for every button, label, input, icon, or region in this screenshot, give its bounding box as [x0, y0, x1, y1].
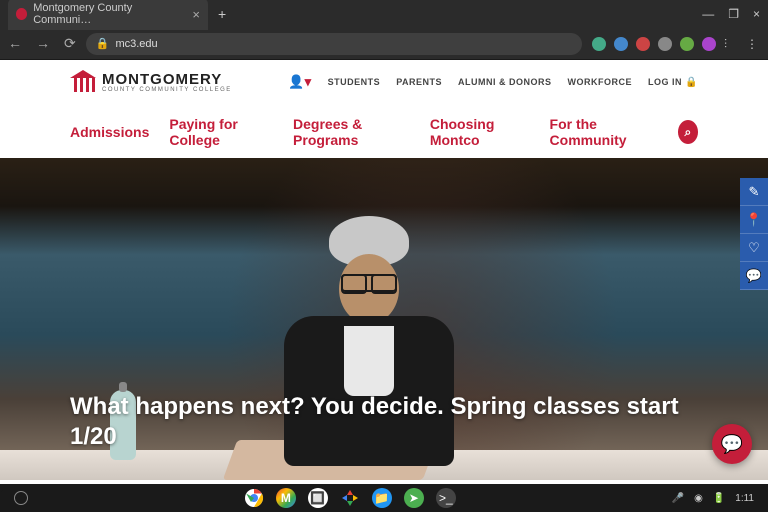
side-action-rail: ✎ 📍 ♡ 💬: [740, 178, 768, 290]
extension-icon[interactable]: [636, 37, 650, 51]
url-text: mc3.edu: [115, 38, 157, 50]
chrome-icon[interactable]: [244, 488, 264, 508]
launcher-icon[interactable]: [14, 491, 28, 505]
main-nav: Admissions Paying for College Degrees & …: [70, 106, 698, 158]
files-icon[interactable]: 📁: [372, 488, 392, 508]
utility-nav: 👤▾ STUDENTS PARENTS ALUMNI & DONORS WORK…: [288, 74, 698, 90]
lock-icon: 🔒: [96, 37, 110, 50]
nav-community[interactable]: For the Community: [550, 116, 658, 148]
speech-icon: 💬: [721, 434, 743, 455]
lock-icon: 🔒: [685, 77, 698, 88]
extension-icon[interactable]: [702, 37, 716, 51]
browser-toolbar: ← → ⟳ 🔒 mc3.edu ⫶ ⋮: [0, 28, 768, 60]
nav-admissions[interactable]: Admissions: [70, 124, 149, 140]
extension-icon[interactable]: [614, 37, 628, 51]
tab-title: Montgomery County Communi…: [33, 2, 182, 26]
nav-parents[interactable]: PARENTS: [396, 77, 442, 87]
nav-students[interactable]: STUDENTS: [328, 77, 381, 87]
reload-icon[interactable]: ⟳: [64, 35, 76, 52]
close-window-icon[interactable]: ×: [753, 7, 760, 21]
chat-icon[interactable]: 💬: [740, 262, 768, 290]
clock[interactable]: 1:11: [735, 493, 754, 504]
extension-icon[interactable]: [658, 37, 672, 51]
search-icon: ⌕: [685, 125, 692, 140]
logo-mark-icon: [70, 70, 96, 94]
hero-section: What happens next? You decide. Spring cl…: [0, 158, 768, 480]
menu-icon[interactable]: ⋮: [746, 37, 760, 51]
page-viewport: MONTGOMERY COUNTY COMMUNITY COLLEGE 👤▾ S…: [0, 60, 768, 484]
address-bar[interactable]: 🔒 mc3.edu: [86, 33, 582, 55]
close-icon[interactable]: ×: [192, 7, 200, 22]
hero-headline: What happens next? You decide. Spring cl…: [70, 392, 698, 452]
puzzle-icon[interactable]: ⫶: [724, 37, 738, 51]
extension-icon[interactable]: [592, 37, 606, 51]
browser-tab-strip: Montgomery County Communi… × + — ❐ ×: [0, 0, 768, 28]
nav-login[interactable]: LOG IN 🔒: [648, 77, 698, 88]
nav-paying[interactable]: Paying for College: [169, 116, 273, 148]
mic-icon[interactable]: 🎤: [672, 493, 684, 504]
battery-icon[interactable]: 🔋: [713, 493, 725, 504]
extension-icon[interactable]: [680, 37, 694, 51]
app-icon[interactable]: 🔲: [308, 488, 328, 508]
site-logo[interactable]: MONTGOMERY COUNTY COMMUNITY COLLEGE: [70, 70, 232, 94]
site-header: MONTGOMERY COUNTY COMMUNITY COLLEGE 👤▾ S…: [0, 60, 768, 158]
nav-workforce[interactable]: WORKFORCE: [568, 77, 633, 87]
os-taskbar: M 🔲 📁 ➤ >_ 🎤 ◉ 🔋 1:11: [0, 484, 768, 512]
terminal-icon[interactable]: >_: [436, 488, 456, 508]
nav-alumni[interactable]: ALUMNI & DONORS: [458, 77, 552, 87]
photos-icon[interactable]: [340, 488, 360, 508]
window-controls: — ❐ ×: [702, 7, 760, 21]
nav-choosing[interactable]: Choosing Montco: [430, 116, 530, 148]
logo-sub-text: COUNTY COMMUNITY COLLEGE: [102, 87, 232, 93]
logo-main-text: MONTGOMERY: [102, 72, 232, 87]
back-icon[interactable]: ←: [8, 35, 22, 52]
search-button[interactable]: ⌕: [678, 120, 698, 144]
nav-degrees[interactable]: Degrees & Programs: [293, 116, 410, 148]
chat-fab-button[interactable]: 💬: [712, 424, 752, 464]
heart-icon[interactable]: ♡: [740, 234, 768, 262]
wifi-icon[interactable]: ◉: [694, 493, 703, 504]
gmail-icon[interactable]: M: [276, 488, 296, 508]
tab-favicon-icon: [16, 8, 27, 20]
location-icon[interactable]: 📍: [740, 206, 768, 234]
extension-icons: ⫶ ⋮: [592, 37, 760, 51]
new-tab-button[interactable]: +: [218, 6, 226, 22]
minimize-icon[interactable]: —: [702, 7, 714, 21]
app-icon[interactable]: ➤: [404, 488, 424, 508]
edit-icon[interactable]: ✎: [740, 178, 768, 206]
browser-tab[interactable]: Montgomery County Communi… ×: [8, 0, 208, 30]
maximize-icon[interactable]: ❐: [728, 7, 739, 21]
forward-icon[interactable]: →: [36, 35, 50, 52]
person-icon[interactable]: 👤▾: [288, 74, 312, 90]
